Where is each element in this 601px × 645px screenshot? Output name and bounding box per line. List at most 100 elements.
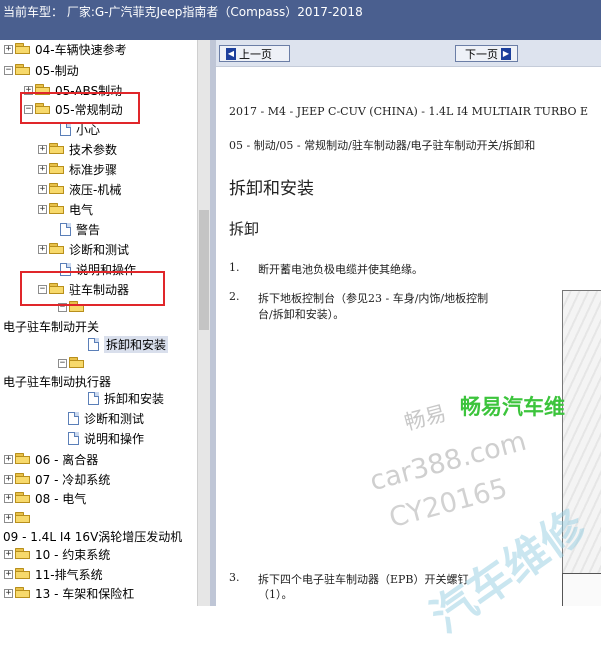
- expand-icon[interactable]: +: [4, 474, 13, 484]
- navigation-tree[interactable]: +04-车辆快速参考 − 05-制动 +05-ABS制动 − 05-常规制动 小心 + 技术参数…: [0, 40, 197, 606]
- tree-item[interactable]: +11-排气系统: [4, 564, 103, 584]
- expand-icon[interactable]: +: [38, 164, 47, 174]
- tree-item-label: 驻车制动器: [69, 282, 130, 297]
- console-illustration: [562, 290, 601, 582]
- tree-item[interactable]: +05-ABS制动: [24, 80, 122, 100]
- tree-scrollbar[interactable]: [197, 40, 210, 606]
- step-3-number: 3.: [229, 571, 240, 584]
- tree-item-label: 电子驻车制动开关: [3, 319, 100, 334]
- collapse-icon[interactable]: −: [24, 104, 33, 114]
- tree-item-label: 04-车辆快速参考: [35, 42, 127, 57]
- folder-icon: [35, 84, 51, 96]
- tree-item-label: 标准步骤: [69, 162, 118, 177]
- tree-item[interactable]: + 诊断和测试: [38, 239, 129, 259]
- tree-item-label: 拆卸和安装: [104, 335, 169, 353]
- expand-icon[interactable]: +: [4, 454, 13, 464]
- tree-item[interactable]: +13 - 车架和保险杠: [4, 583, 134, 603]
- next-page-label: 下一页: [465, 47, 498, 61]
- collapse-icon[interactable]: −: [58, 302, 67, 312]
- tree-scrollbar-thumb[interactable]: [199, 210, 209, 330]
- tree-item-label: 拆卸和安装: [104, 391, 165, 406]
- folder-icon: [15, 64, 31, 76]
- tree-item-label: 13 - 车架和保险杠: [35, 586, 135, 601]
- tree-item[interactable]: +: [4, 508, 35, 528]
- tree-item[interactable]: +06 - 离合器: [4, 449, 98, 469]
- tree-item[interactable]: + 液压-机械: [38, 179, 121, 199]
- tree-item-label: 液压-机械: [69, 182, 122, 197]
- tree-item[interactable]: + 技术参数: [38, 139, 117, 159]
- tree-item[interactable]: − 05-常规制动: [24, 99, 123, 119]
- tree-item[interactable]: 诊断和测试: [68, 408, 144, 428]
- tree-item[interactable]: +10 - 约束系统: [4, 544, 110, 564]
- expand-icon[interactable]: +: [38, 144, 47, 154]
- tree-item[interactable]: 警告: [60, 219, 100, 239]
- tree-item-label: 诊断和测试: [84, 411, 145, 426]
- expand-icon[interactable]: +: [24, 85, 33, 95]
- tree-item[interactable]: 拆卸和安装: [88, 334, 169, 354]
- folder-icon: [15, 548, 31, 560]
- tree-item[interactable]: + 电气: [38, 199, 93, 219]
- vehicle-line: 2017 - M4 - JEEP C-CUV (CHINA) - 1.4L I4…: [229, 105, 589, 118]
- collapse-icon[interactable]: −: [58, 358, 67, 368]
- folder-icon: [49, 143, 65, 155]
- tree-item[interactable]: − 05-制动: [4, 60, 79, 80]
- tree-item[interactable]: +04-车辆快速参考: [4, 40, 127, 59]
- folder-icon: [15, 492, 31, 504]
- tree-item-label: 05-制动: [35, 63, 79, 78]
- tree-item[interactable]: 说明和操作: [60, 259, 136, 279]
- tree-item[interactable]: 拆卸和安装: [88, 388, 164, 408]
- tree-item-label: 电子驻车制动执行器: [3, 374, 112, 389]
- prev-page-button[interactable]: ◀ 上一页: [219, 45, 290, 62]
- step-3-text-line2: （1）。: [258, 588, 293, 601]
- folder-icon: [49, 183, 65, 195]
- tree-item[interactable]: 09 - 1.4L I4 16V涡轮增压发动机: [3, 526, 182, 546]
- document-icon: [88, 391, 99, 405]
- collapse-icon[interactable]: −: [4, 65, 13, 75]
- tree-item[interactable]: 小心: [60, 119, 100, 139]
- step-3-text-line1: 拆下四个电子驻车制动器（EPB）开关螺钉: [258, 573, 469, 586]
- page-title: 拆卸和安装: [229, 179, 314, 199]
- page-navigation-bar: ◀ 上一页 下一页 ▶: [216, 40, 601, 67]
- tree-item-label: 05-常规制动: [55, 102, 123, 117]
- expand-icon[interactable]: +: [38, 244, 47, 254]
- step-1-text: 断开蓄电池负极电缆并使其绝缘。: [258, 263, 423, 276]
- tree-item[interactable]: −: [58, 297, 89, 317]
- switch-illustration: [562, 573, 601, 606]
- tree-item-label: 10 - 约束系统: [35, 547, 111, 562]
- expand-icon[interactable]: +: [4, 549, 13, 559]
- folder-icon: [15, 473, 31, 485]
- document-icon: [68, 431, 79, 445]
- tree-item[interactable]: 说明和操作: [68, 428, 144, 448]
- expand-icon[interactable]: +: [4, 513, 13, 523]
- tree-item[interactable]: +07 - 冷却系统: [4, 469, 110, 489]
- tree-item[interactable]: + 标准步骤: [38, 159, 117, 179]
- folder-icon: [35, 103, 51, 115]
- next-page-button[interactable]: 下一页 ▶: [455, 45, 518, 62]
- document-icon: [68, 411, 79, 425]
- expand-icon[interactable]: +: [4, 569, 13, 579]
- expand-icon[interactable]: +: [4, 44, 13, 54]
- tree-item[interactable]: 电子驻车制动开关: [3, 316, 99, 336]
- folder-icon: [15, 453, 31, 465]
- expand-icon[interactable]: +: [4, 493, 13, 503]
- tree-item-label: 11-排气系统: [35, 567, 103, 582]
- tree-item-label: 09 - 1.4L I4 16V涡轮增压发动机: [3, 529, 183, 544]
- window-title: 当前车型： 厂家:G-广汽菲克Jeep指南者（Compass）2017-2018: [3, 5, 363, 19]
- expand-icon[interactable]: +: [38, 204, 47, 214]
- folder-icon: [15, 587, 31, 599]
- folder-icon: [49, 283, 65, 295]
- tree-item-label: 说明和操作: [84, 431, 145, 446]
- expand-icon[interactable]: +: [4, 588, 13, 598]
- tree-item[interactable]: −: [58, 353, 89, 373]
- tree-item[interactable]: − 驻车制动器: [38, 279, 129, 299]
- collapse-icon[interactable]: −: [38, 284, 47, 294]
- document-icon: [60, 122, 71, 136]
- expand-icon[interactable]: +: [38, 184, 47, 194]
- tree-item-label: 小心: [76, 122, 101, 137]
- arrow-left-icon: ◀: [226, 47, 236, 60]
- tree-item[interactable]: +08 - 电气: [4, 488, 86, 508]
- prev-page-label: 上一页: [239, 47, 272, 61]
- folder-icon: [69, 357, 85, 369]
- step-1-number: 1.: [229, 261, 240, 274]
- folder-icon: [15, 568, 31, 580]
